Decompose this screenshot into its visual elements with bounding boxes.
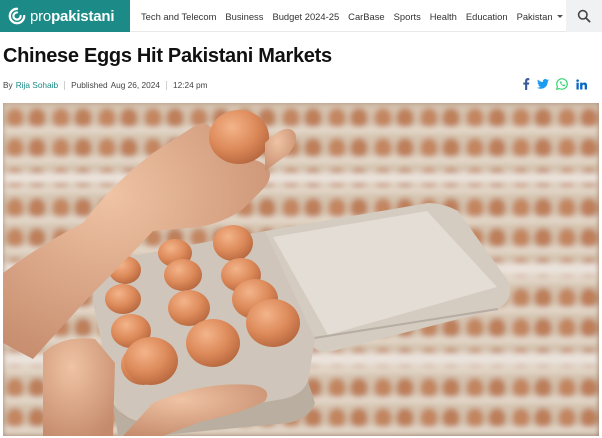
byline-author-link[interactable]: Rija Sohaib: [16, 80, 58, 90]
top-navigation-bar: propakistani Tech and Telecom Business B…: [0, 0, 602, 32]
menu-item-pakistan-label: Pakistan: [516, 10, 553, 22]
site-logo[interactable]: propakistani: [0, 0, 130, 32]
share-linkedin-button[interactable]: [575, 78, 587, 90]
logo-wordmark: propakistani: [30, 7, 115, 25]
eggs-carton-photo: [3, 103, 599, 436]
byline-published-label: Published: [71, 80, 108, 90]
menu-item-business[interactable]: Business: [225, 11, 263, 22]
whatsapp-icon: [556, 78, 568, 90]
byline-divider: [64, 80, 66, 90]
menu-item-budget[interactable]: Budget 2024-25: [272, 11, 339, 22]
share-facebook-button[interactable]: [520, 78, 532, 90]
menu-item-education[interactable]: Education: [466, 11, 508, 22]
article-hero-image: [3, 103, 599, 436]
menu-item-sports[interactable]: Sports: [394, 11, 421, 22]
chevron-down-icon: [556, 14, 563, 18]
menu-item-carbase[interactable]: CarBase: [348, 11, 384, 22]
menu-item-health[interactable]: Health: [430, 11, 457, 22]
menu-item-pakistan[interactable]: Pakistan: [517, 11, 563, 22]
twitter-icon: [537, 79, 549, 89]
byline-divider: [165, 80, 167, 90]
byline-by: By: [3, 80, 13, 90]
article-title: Chinese Eggs Hit Pakistani Markets: [3, 45, 332, 67]
byline-time: 12:24 pm: [172, 80, 208, 90]
linkedin-icon: [575, 78, 587, 90]
search-icon: [577, 9, 591, 23]
logo-mark-icon: [8, 7, 26, 25]
main-menu: Tech and Telecom Business Budget 2024-25…: [141, 0, 572, 32]
share-whatsapp-button[interactable]: [556, 78, 568, 90]
facebook-icon: [523, 78, 530, 90]
share-twitter-button[interactable]: [537, 78, 549, 90]
search-button[interactable]: [566, 0, 602, 32]
byline-date: Aug 26, 2024: [110, 80, 160, 90]
menu-item-tech-and-telecom[interactable]: Tech and Telecom: [141, 11, 216, 22]
article-byline: By Rija Sohaib Published Aug 26, 2024 12…: [3, 80, 208, 90]
